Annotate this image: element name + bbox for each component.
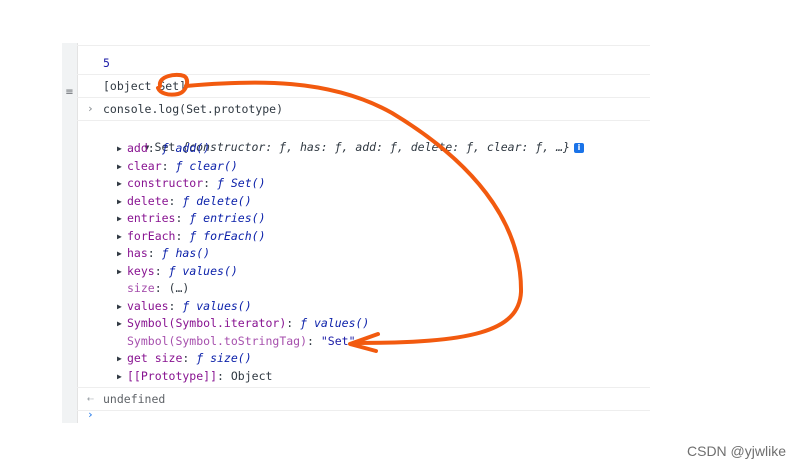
tree-entry[interactable]: ▶ forEach: ƒ forEach()	[117, 228, 266, 245]
tree-entry-value: "Set"	[320, 333, 356, 348]
tree-entry-separator: :	[175, 228, 190, 243]
result-text: undefined	[103, 392, 166, 406]
tree-entry-separator: :	[168, 193, 183, 208]
expand-triangle-icon[interactable]: ▶	[117, 245, 127, 262]
tree-entry-value: ƒ size()	[196, 351, 252, 365]
expand-triangle-icon[interactable]: ▶	[117, 368, 127, 385]
expand-triangle-icon[interactable]: ▶	[117, 298, 127, 315]
tree-entry-key: entries	[127, 211, 176, 225]
tree-entry-key: delete	[127, 193, 169, 208]
console-prompt-row[interactable]: ›	[77, 408, 650, 423]
tree-entry[interactable]: ▶ has: ƒ has()	[117, 245, 210, 262]
partial-text: ‹ ...	[103, 43, 133, 44]
console-result-row: ⇠ undefined	[77, 388, 650, 411]
no-triangle-spacer	[117, 333, 127, 350]
expand-triangle-icon[interactable]: ▶	[117, 350, 127, 367]
tree-entry-separator: :	[175, 211, 190, 225]
tree-entry-value: Object	[230, 368, 273, 383]
tree-entry[interactable]: ▶ get size: ƒ size()	[117, 350, 252, 367]
tree-entry-key: size	[127, 281, 155, 295]
info-icon[interactable]: i	[573, 143, 584, 153]
expand-triangle-icon[interactable]: ▶	[117, 193, 127, 210]
expand-triangle-icon[interactable]: ▶	[117, 158, 127, 175]
console-gutter: ≡	[62, 43, 78, 423]
tree-entry-separator: :	[217, 368, 231, 383]
expand-triangle-icon[interactable]: ▶	[117, 175, 127, 192]
command-text[interactable]: console.log(Set.prototype)	[103, 102, 283, 116]
tree-entry-separator: :	[154, 281, 169, 295]
tree-entry-separator: :	[203, 176, 218, 190]
tree-entry-separator: :	[154, 263, 169, 278]
tree-entry-separator: :	[182, 351, 197, 365]
output-number-text: 5	[103, 56, 110, 70]
tree-entry-value: ƒ add()	[161, 141, 211, 155]
tree-header-preview: {constructor: ƒ, has: ƒ, add: ƒ, delete:…	[182, 140, 570, 154]
tree-entry-separator: :	[147, 246, 162, 260]
tree-entry-value: ƒ has()	[161, 246, 211, 260]
tree-entry-key: Symbol(Symbol.toStringTag)	[127, 333, 308, 348]
tree-entry-value: ƒ clear()	[175, 158, 238, 173]
tree-entry[interactable]: ▶ add: ƒ add()	[117, 140, 210, 157]
no-triangle-spacer	[117, 280, 127, 297]
tree-entry-separator: :	[168, 298, 183, 313]
devtools-console: ≡ ‹ ... 5 [object Set] › console.log(Set…	[62, 43, 650, 423]
console-row-partial: ‹ ...	[77, 43, 650, 46]
watermark: CSDN @yjwlike	[687, 443, 786, 459]
tree-entry-key: get size	[127, 351, 183, 365]
tree-entry-key: Symbol(Symbol.iterator)	[127, 316, 287, 330]
tree-entry-key: forEach	[127, 228, 176, 243]
tree-entry-value: ƒ delete()	[182, 193, 252, 208]
tree-entry-key: constructor	[127, 176, 204, 190]
expand-triangle-icon[interactable]: ▶	[117, 140, 127, 157]
tree-entry[interactable]: ▶ Symbol(Symbol.iterator): ƒ values()	[117, 315, 369, 332]
prompt-chevron-icon: ›	[87, 408, 94, 421]
tree-entry: Symbol(Symbol.toStringTag): "Set"	[117, 333, 356, 350]
expand-triangle-icon[interactable]: ▶	[117, 210, 127, 227]
tree-entry-separator: :	[307, 333, 321, 348]
console-input-command[interactable]: › console.log(Set.prototype)	[77, 98, 650, 121]
tree-entry[interactable]: ▶ values: ƒ values()	[117, 298, 252, 315]
tree-entry[interactable]: ▶ clear: ƒ clear()	[117, 158, 238, 175]
tree-entry-value: ƒ values()	[168, 263, 238, 278]
tree-entry-separator: :	[286, 316, 301, 330]
tree-entry[interactable]: ▶ entries: ƒ entries()	[117, 210, 266, 227]
tree-entry-value: ƒ forEach()	[189, 228, 266, 243]
output-object-text: [object Set]	[103, 79, 187, 93]
tree-entry-separator: :	[161, 158, 176, 173]
tree-entry-value: ƒ values()	[300, 316, 370, 330]
tree-entry-key: [[Prototype]]	[127, 368, 218, 383]
tree-entry-value: ƒ Set()	[217, 176, 266, 190]
expand-triangle-icon[interactable]: ▶	[117, 228, 127, 245]
sidebar-toggle-icon[interactable]: ≡	[62, 87, 77, 98]
expand-triangle-icon[interactable]: ▶	[117, 263, 127, 280]
console-output-number: 5	[77, 52, 650, 75]
input-chevron-icon: ›	[87, 102, 94, 115]
tree-entry-key: has	[127, 246, 148, 260]
tree-entry[interactable]: ▶ keys: ƒ values()	[117, 263, 238, 280]
expand-triangle-icon[interactable]: ▶	[117, 315, 127, 332]
tree-entry-value: ƒ values()	[182, 298, 252, 313]
tree-entry[interactable]: ▶ [[Prototype]]: Object	[117, 368, 272, 385]
tree-entry-value: (…)	[168, 281, 190, 295]
tree-entry-key: clear	[127, 158, 162, 173]
tree-entry-key: keys	[127, 263, 155, 278]
tree-entry-key: add	[127, 141, 148, 155]
object-tree-set-prototype: ▼ Set {constructor: ƒ, has: ƒ, add: ƒ, de…	[77, 121, 650, 388]
tree-entry-key: values	[127, 298, 169, 313]
console-output-object-set: [object Set]	[77, 75, 650, 98]
tree-entry-value: ƒ entries()	[189, 211, 266, 225]
result-arrow-icon: ⇠	[87, 392, 94, 405]
tree-header[interactable]: ▼ Set {constructor: ƒ, has: ƒ, add: ƒ, de…	[103, 122, 584, 154]
tree-entry[interactable]: ▶ constructor: ƒ Set()	[117, 175, 266, 192]
tree-entry: size: (…)	[117, 280, 189, 297]
tree-entry-separator: :	[147, 141, 162, 155]
tree-entry[interactable]: ▶ delete: ƒ delete()	[117, 193, 252, 210]
